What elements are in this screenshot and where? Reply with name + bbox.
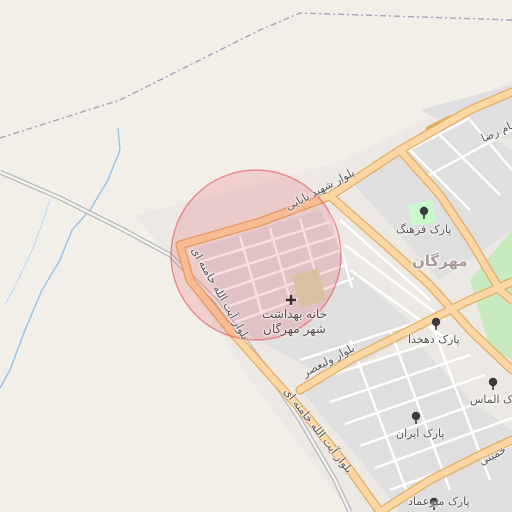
poi-label-park-farhang: پارک فرهنگ xyxy=(396,223,452,236)
district-label: مهرگان xyxy=(412,252,468,270)
poi-label-park-mirmad: پارک میرعماد xyxy=(408,495,470,508)
poi-label-park-iran: پارک ایران xyxy=(396,427,445,440)
poi-label-park-dehkhoda: پارک دهخدا xyxy=(408,333,460,346)
map-view[interactable]: بلوار شهید بابایی بلوار آیت الله خامنه ا… xyxy=(0,0,512,512)
poi-label-health-center-1: خانه بهداشت xyxy=(262,307,328,321)
poi-label-park-almas: پارک الماس xyxy=(470,393,512,406)
poi-label-health-center-2: شهر مهرگان xyxy=(263,322,326,336)
